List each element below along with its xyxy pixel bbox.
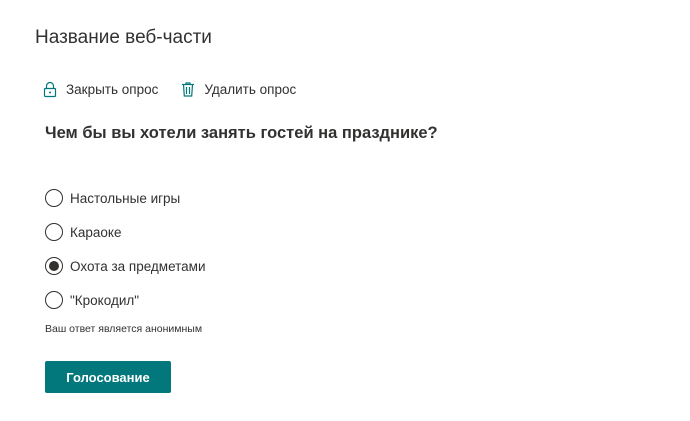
poll-option-board-games[interactable]: Настольные игры <box>45 187 206 209</box>
anonymous-note: Ваш ответ является анонимным <box>45 323 203 335</box>
radio-button[interactable] <box>45 291 63 309</box>
lock-icon <box>42 80 58 98</box>
close-poll-button[interactable]: Закрыть опрос <box>42 80 158 98</box>
option-label: Настольные игры <box>70 190 181 206</box>
poll-option-karaoke[interactable]: Караоке <box>45 221 206 243</box>
radio-button[interactable] <box>45 223 63 241</box>
trash-icon <box>180 80 196 98</box>
poll-question: Чем бы вы хотели занять гостей на праздн… <box>45 124 438 142</box>
radio-button[interactable] <box>45 189 63 207</box>
poll-options: Настольные игры Караоке Охота за предмет… <box>45 187 206 323</box>
close-poll-label: Закрыть опрос <box>66 81 159 97</box>
webpart-title: Название веб-части <box>35 27 212 48</box>
poll-option-scavenger-hunt[interactable]: Охота за предметами <box>45 255 206 277</box>
radio-button-selected[interactable] <box>45 257 63 275</box>
poll-toolbar: Закрыть опрос Удалить опрос <box>42 79 318 99</box>
poll-option-crocodile[interactable]: "Крокодил" <box>45 289 206 311</box>
vote-button[interactable]: Голосование <box>45 361 171 393</box>
option-label: Караоке <box>70 224 122 240</box>
delete-poll-button[interactable]: Удалить опрос <box>180 80 296 98</box>
delete-poll-label: Удалить опрос <box>204 81 297 97</box>
option-label: Охота за предметами <box>70 258 206 274</box>
option-label: "Крокодил" <box>70 292 140 308</box>
